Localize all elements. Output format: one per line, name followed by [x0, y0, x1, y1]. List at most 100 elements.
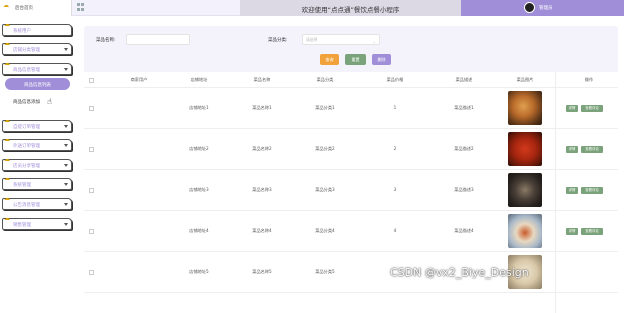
table-header: 商家用户 店铺地址 菜品名称 菜品分类 菜品价格 菜品描述 菜品图片 操作	[84, 72, 618, 88]
cell-category: 菜品分类3	[315, 187, 335, 192]
user-box[interactable]: 管理员	[461, 0, 624, 16]
sidebar-item-system[interactable]: ☁ 系统管理	[2, 175, 72, 190]
col-header: 菜品价格	[386, 77, 404, 82]
bubble-icon: ☁	[4, 60, 10, 67]
table-row[interactable]: 店铺地址1 菜品名称1 菜品分类1 1 菜品描述1 详情 查看评论	[84, 88, 618, 129]
dish-name-input[interactable]	[126, 34, 190, 45]
bubble-icon: ☁	[4, 156, 10, 163]
submenu-label: 商品信息列表	[24, 82, 51, 88]
chevron-down-icon	[64, 183, 68, 186]
review-button[interactable]: 查看评论	[581, 187, 603, 194]
dish-image	[508, 132, 542, 166]
sidebar-item-label: 销售管理	[13, 223, 31, 228]
sidebar-item-staff-share[interactable]: ☁ 店员分享管理	[2, 156, 72, 171]
sidebar-item-label: 店员分享管理	[13, 164, 40, 169]
detail-button[interactable]: 详情	[566, 146, 578, 153]
table-row[interactable]: 店铺地址3 菜品名称3 菜品分类3 3 菜品描述3 详情 查看评论	[84, 170, 618, 211]
review-button[interactable]: 查看评论	[581, 105, 603, 112]
submenu-dish-list[interactable]: 商品信息列表	[5, 78, 70, 90]
cell-address: 店铺地址4	[189, 228, 209, 233]
sidebar-item-label: 系统管理	[13, 183, 31, 188]
col-header: 店铺地址	[190, 77, 208, 82]
row-checkbox[interactable]	[89, 188, 94, 193]
chevron-down-icon	[64, 68, 68, 71]
category-placeholder: 请选择	[306, 37, 318, 42]
row-checkbox[interactable]	[89, 270, 94, 275]
bubble-icon: ☁	[4, 195, 10, 202]
chevron-down-icon	[64, 164, 68, 167]
bubble-icon: ☁	[3, 2, 9, 9]
chevron-down-icon	[64, 48, 68, 51]
col-header: 菜品分类	[316, 77, 334, 82]
dish-image	[508, 173, 542, 207]
cell-name: 菜品名称5	[252, 269, 272, 274]
bubble-icon: ☁	[4, 21, 10, 28]
chevron-down-icon	[64, 223, 68, 226]
cell-price: 2	[393, 146, 397, 151]
cell-category: 菜品分类1	[315, 105, 335, 110]
submenu-dish-add[interactable]: 商品信息添加	[5, 96, 70, 108]
table-row[interactable]: 店铺地址2 菜品名称2 菜品分类2 2 菜品描述2 详情 查看评论	[84, 129, 618, 170]
sidebar-item-shop-category[interactable]: ☁ 店铺分类管理	[2, 40, 72, 55]
cell-category: 菜品分类5	[315, 269, 335, 274]
sidebar-item-users[interactable]: ☁ 系统用户	[2, 21, 72, 36]
col-header: 操作	[584, 77, 594, 82]
sidebar: ☁ 系统用户 ☁ 店铺分类管理 ☁ 商品信息管理 商品信息列表 商品信息添加 ☝…	[0, 16, 76, 297]
dish-image	[508, 214, 542, 248]
bubble-icon: ☁	[4, 175, 10, 182]
cell-price: 3	[393, 187, 397, 192]
category-select[interactable]: 请选择 ⌄	[302, 34, 380, 45]
sidebar-item-pickup-orders[interactable]: ☁ 自提订单管理	[2, 117, 72, 132]
sidebar-item-label: 商品信息管理	[13, 68, 40, 73]
detail-button[interactable]: 详情	[566, 105, 578, 112]
top-bar: ☁ 后台首页 欢迎使用“点点通”餐饮点餐小程序 管理员	[0, 0, 624, 16]
detail-button[interactable]: 详情	[566, 187, 578, 194]
cell-name: 菜品名称1	[252, 105, 272, 110]
row-checkbox[interactable]	[89, 229, 94, 234]
detail-button[interactable]: 详情	[566, 228, 578, 235]
cell-name: 菜品名称4	[252, 228, 272, 233]
delete-button[interactable]: 删除	[372, 54, 391, 65]
cell-address: 店铺地址3	[189, 187, 209, 192]
chevron-down-icon	[64, 144, 68, 147]
col-header: 菜品图片	[516, 77, 534, 82]
bubble-icon: ☁	[4, 215, 10, 222]
dish-image	[508, 91, 542, 125]
cell-category: 菜品分类2	[315, 146, 335, 151]
table-row[interactable]: 店铺地址5 菜品名称5 菜品分类5	[84, 252, 618, 293]
row-checkbox[interactable]	[89, 147, 94, 152]
select-all-checkbox[interactable]	[89, 78, 94, 83]
welcome-banner: 欢迎使用“点点通”餐饮点餐小程序	[240, 0, 461, 16]
submenu-label: 商品信息添加	[13, 100, 40, 105]
chevron-down-icon: ⌄	[372, 39, 376, 44]
bubble-icon: ☁	[4, 136, 10, 143]
col-header: 菜品描述	[455, 77, 473, 82]
sidebar-item-dish-info[interactable]: ☁ 商品信息管理	[2, 60, 72, 75]
sidebar-item-delivery-orders[interactable]: ☁ 外送订单管理	[2, 136, 72, 151]
row-checkbox[interactable]	[89, 106, 94, 111]
brand-home[interactable]: ☁ 后台首页	[0, 0, 72, 16]
col-header: 菜品名称	[253, 77, 271, 82]
table-row[interactable]: 店铺地址4 菜品名称4 菜品分类4 4 菜品描述4 详情 查看评论	[84, 211, 618, 252]
query-button[interactable]: 查询	[320, 54, 339, 65]
cell-price: 1	[393, 105, 397, 110]
review-button[interactable]: 查看评论	[581, 228, 603, 235]
watermark: CSDN @vx2_Biye_Design	[390, 266, 529, 279]
cell-desc: 菜品描述4	[454, 228, 474, 233]
bubble-icon: ☁	[4, 40, 10, 47]
avatar[interactable]	[524, 2, 535, 13]
cell-address: 店铺地址1	[189, 105, 209, 110]
sidebar-item-label: 外送订单管理	[13, 144, 40, 149]
review-button[interactable]: 查看评论	[581, 146, 603, 153]
chevron-down-icon	[64, 203, 68, 206]
menu-toggle-icon[interactable]	[77, 3, 85, 11]
sidebar-item-announcements[interactable]: ☁ 公告消息管理	[2, 195, 72, 210]
welcome-text: 欢迎使用“点点通”餐饮点餐小程序	[301, 6, 400, 14]
cell-category: 菜品分类4	[315, 228, 335, 233]
brand-label: 后台首页	[15, 6, 33, 11]
bubble-icon: ☁	[4, 117, 10, 124]
sidebar-item-label: 店铺分类管理	[13, 48, 40, 53]
cell-desc: 菜品描述2	[454, 146, 474, 151]
reset-button[interactable]: 重置	[345, 54, 366, 65]
sidebar-item-sales[interactable]: ☁ 销售管理	[2, 215, 72, 230]
